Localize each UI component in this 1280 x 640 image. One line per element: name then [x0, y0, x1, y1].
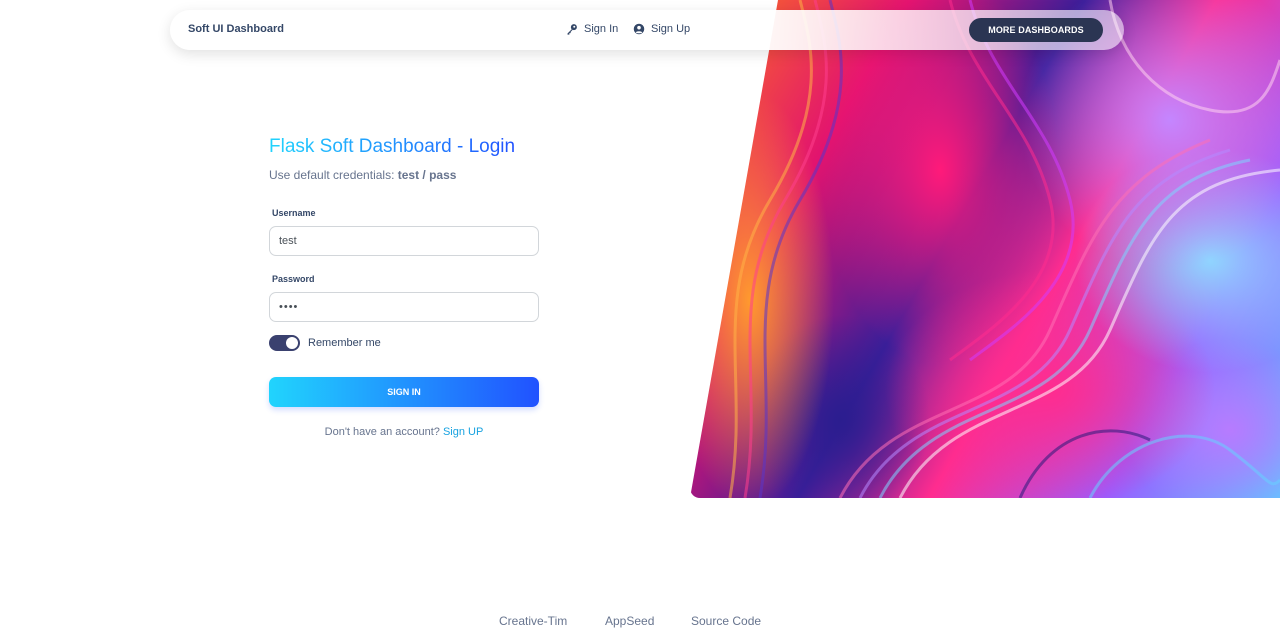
sign-up-link[interactable]: Sign UP: [443, 426, 483, 438]
username-label: Username: [272, 208, 316, 218]
default-credentials: test / pass: [397, 168, 457, 182]
username-input[interactable]: test: [269, 226, 539, 256]
footer-link-source-code[interactable]: Source Code: [691, 614, 761, 628]
login-subtitle: Use default credentials: test / pass: [269, 168, 456, 182]
brand-link[interactable]: Soft UI Dashboard: [188, 23, 284, 35]
username-value: test: [279, 235, 297, 247]
nav-sign-in-label: Sign In: [584, 23, 619, 35]
footer-link-appseed[interactable]: AppSeed: [605, 614, 654, 628]
no-account-text: Don't have an account?: [324, 426, 440, 438]
signup-prompt: Don't have an account? Sign UP: [269, 426, 539, 438]
password-label: Password: [272, 274, 315, 284]
footer-link-creative-tim[interactable]: Creative-Tim: [499, 614, 567, 628]
nav-sign-in-link[interactable]: Sign In: [566, 23, 618, 35]
remember-me-toggle[interactable]: [269, 335, 300, 351]
key-icon: [567, 24, 577, 35]
background-art-image: [690, 0, 1280, 498]
password-input[interactable]: ••••: [269, 292, 539, 322]
sign-in-button[interactable]: SIGN IN: [269, 377, 539, 407]
nav-sign-up-link[interactable]: Sign Up: [633, 23, 690, 35]
subtitle-prefix: Use default credentials:: [269, 168, 395, 182]
more-dashboards-button[interactable]: MORE DASHBOARDS: [969, 18, 1103, 42]
remember-me-label: Remember me: [308, 337, 381, 349]
password-value: ••••: [279, 301, 299, 313]
login-title: Flask Soft Dashboard - Login: [269, 136, 516, 157]
toggle-knob: [286, 337, 298, 349]
user-circle-icon: [633, 23, 645, 35]
nav-sign-up-label: Sign Up: [651, 23, 691, 35]
top-navbar: Soft UI Dashboard Sign In Sign Up MORE D…: [170, 10, 1124, 50]
